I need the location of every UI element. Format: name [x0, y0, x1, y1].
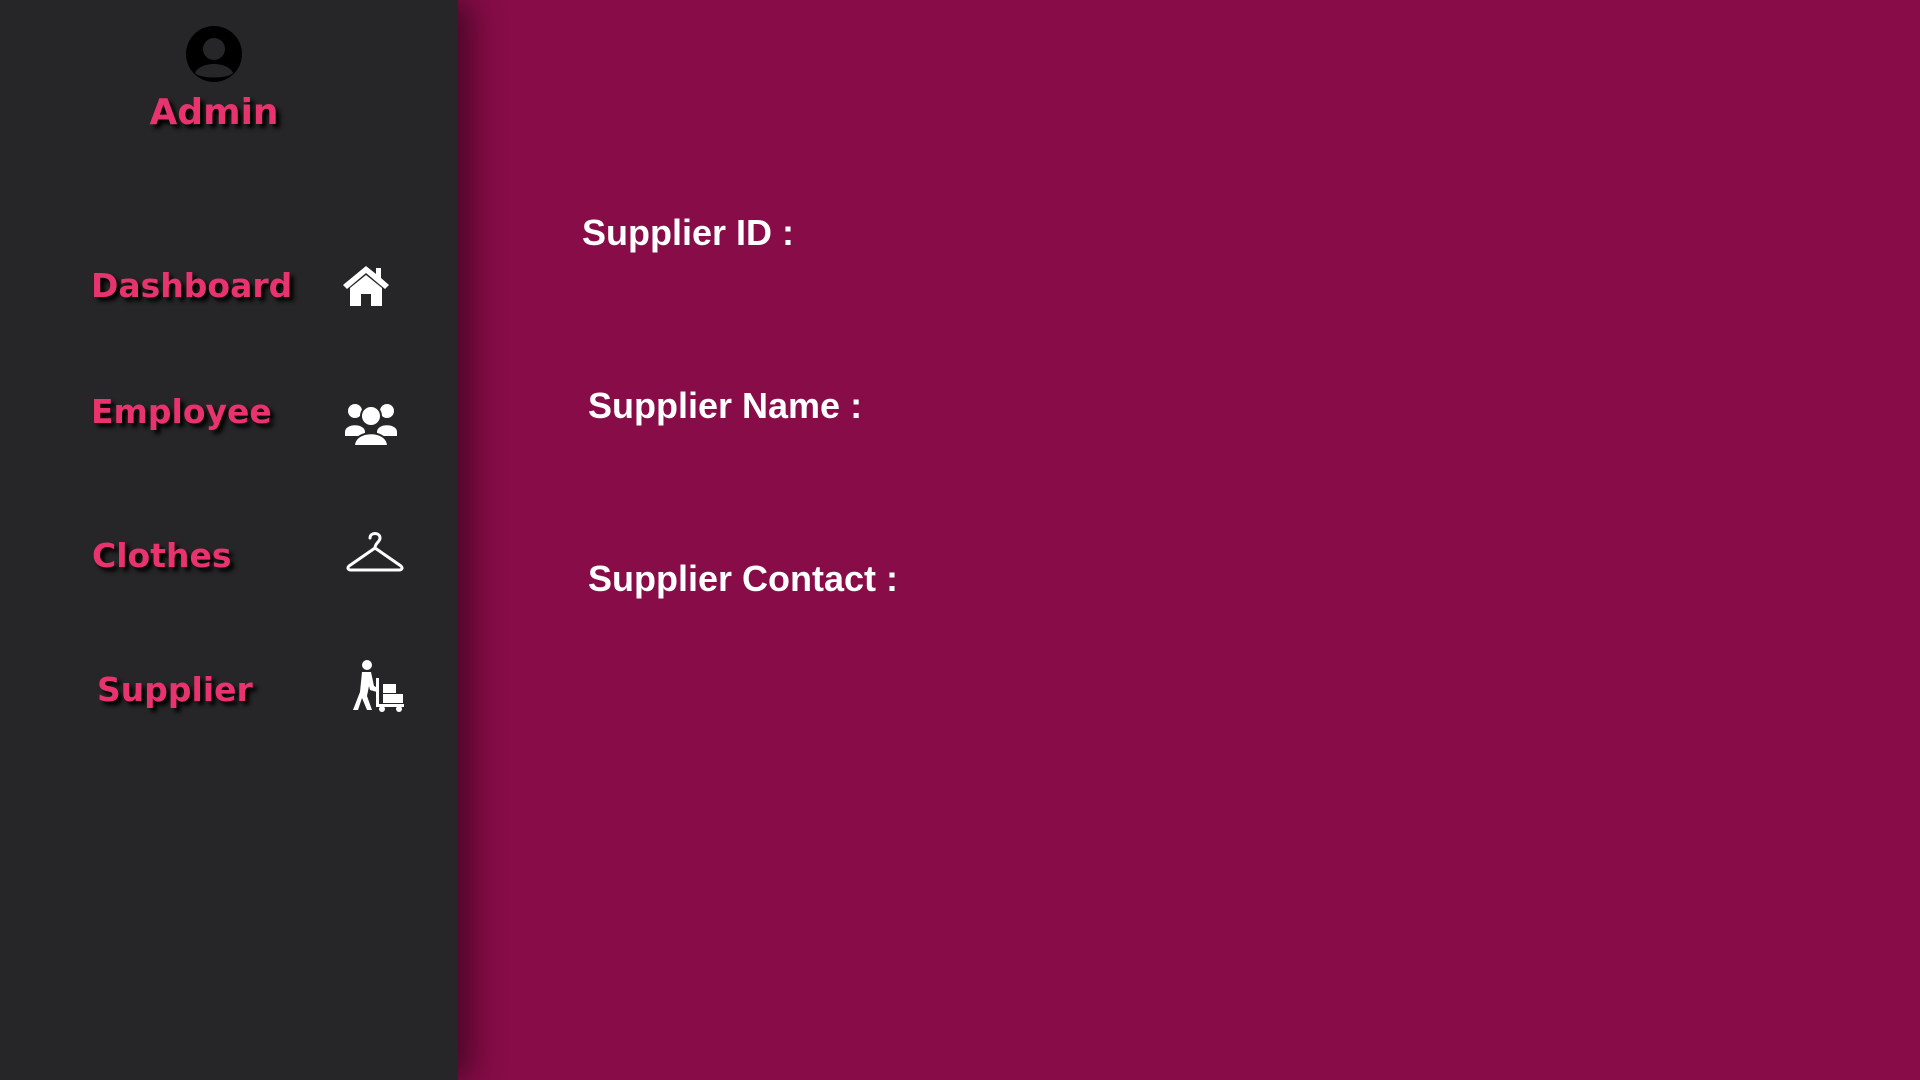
user-avatar-icon	[186, 26, 242, 82]
app-window: Admin Dashboard Employee Clothes Supplie…	[0, 0, 1920, 1080]
home-icon	[340, 264, 392, 313]
users-group-icon	[344, 398, 398, 453]
sidebar: Admin Dashboard Employee Clothes Supplie…	[0, 0, 458, 1080]
supplier-dolly-icon	[352, 660, 406, 717]
sidebar-item-label: Dashboard	[91, 266, 293, 305]
supplier-name-label: Supplier Name :	[588, 385, 863, 426]
supplier-details-panel: Supplier ID : Supplier Name : Supplier C…	[458, 0, 1920, 1080]
supplier-contact-label: Supplier Contact :	[588, 558, 899, 599]
sidebar-item-clothes[interactable]: Clothes	[0, 516, 458, 596]
sidebar-item-employee[interactable]: Employee	[0, 372, 458, 452]
hanger-icon	[346, 530, 404, 579]
sidebar-item-label: Clothes	[92, 536, 232, 575]
sidebar-item-dashboard[interactable]: Dashboard	[0, 246, 458, 326]
supplier-id-label: Supplier ID :	[582, 212, 795, 253]
sidebar-item-label: Employee	[91, 392, 272, 431]
sidebar-item-supplier[interactable]: Supplier	[0, 650, 458, 730]
sidebar-item-label: Supplier	[97, 670, 253, 709]
admin-username: Admin	[149, 92, 279, 133]
